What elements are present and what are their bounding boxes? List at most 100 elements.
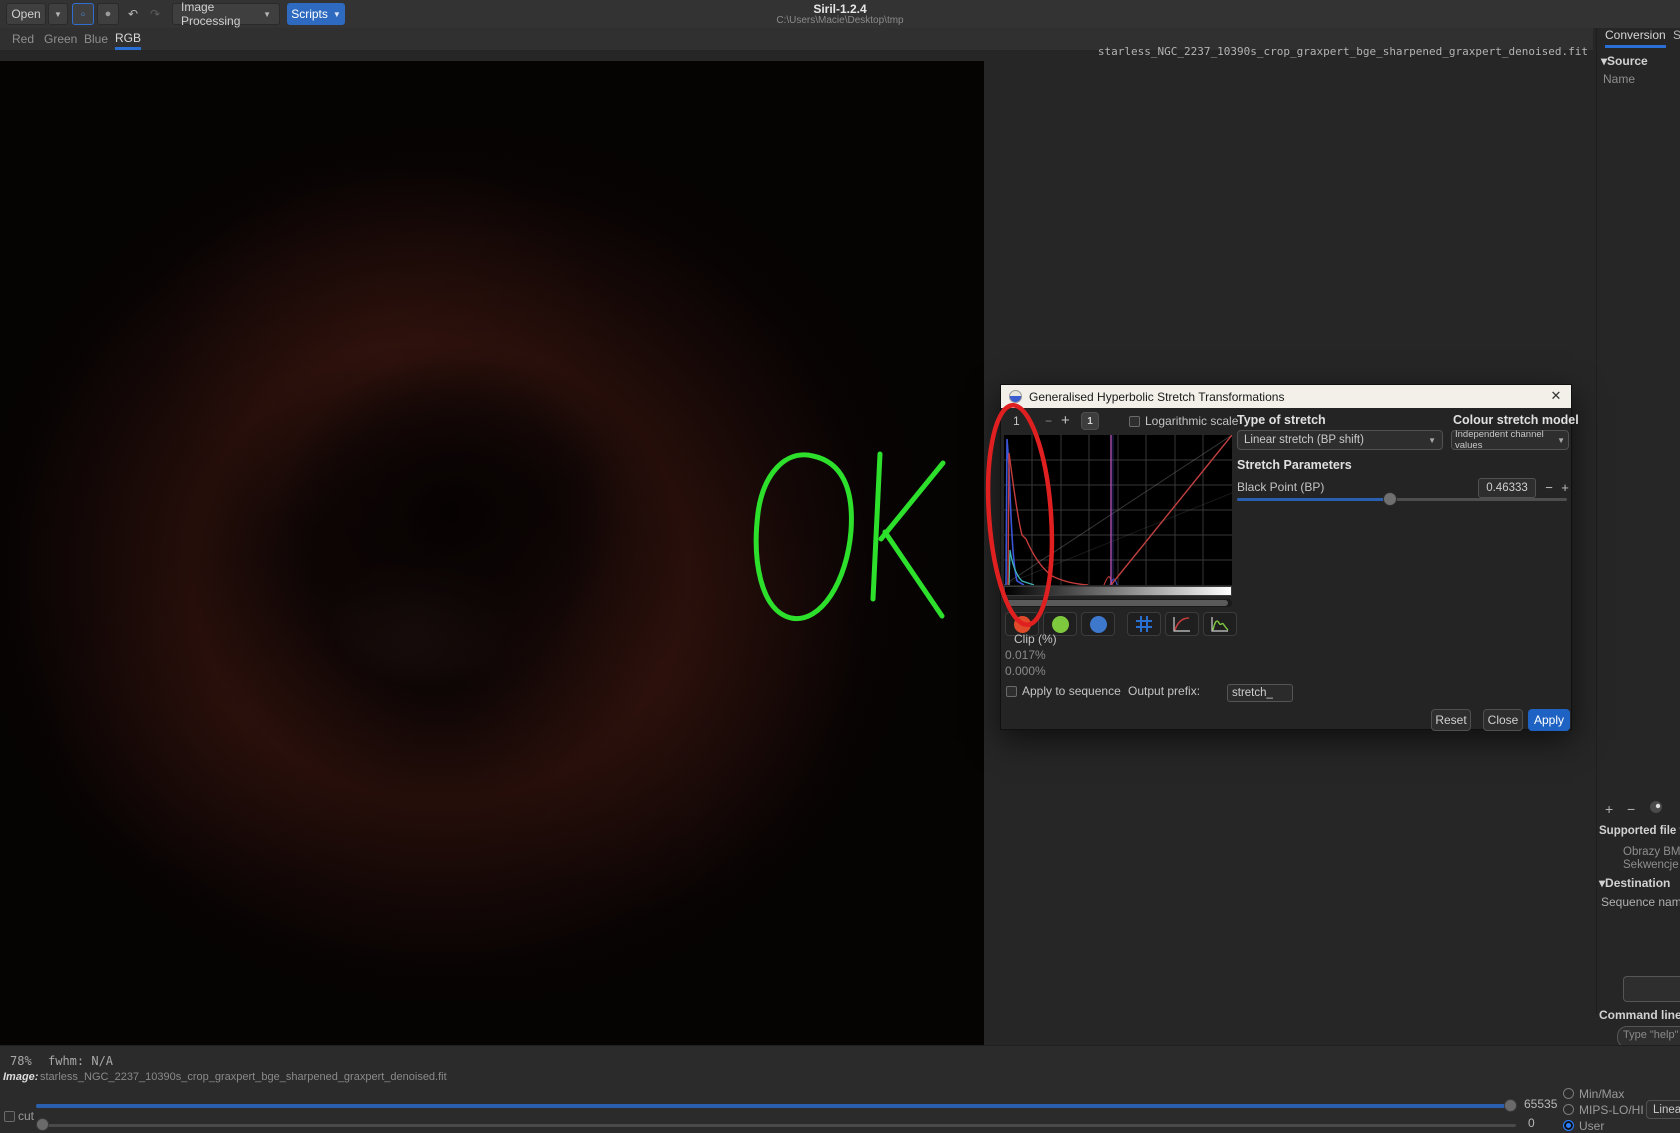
ghs-dialog-titlebar[interactable]: Generalised Hyperbolic Stretch Transform… bbox=[1001, 385, 1571, 408]
chevron-down-icon: ▼ bbox=[54, 10, 62, 19]
lo-slider-track[interactable] bbox=[36, 1124, 1516, 1127]
output-prefix-input[interactable] bbox=[1227, 684, 1293, 702]
home-button[interactable] bbox=[72, 3, 94, 25]
clear-list-button[interactable] bbox=[1649, 800, 1663, 817]
open-button[interactable]: Open bbox=[6, 3, 46, 25]
chevron-down-icon: ▼ bbox=[263, 10, 271, 19]
curve-display-button[interactable] bbox=[1165, 612, 1199, 636]
filetype-ser-label: Sekwencje S bbox=[1623, 859, 1680, 871]
command-line-label: Command line bbox=[1599, 1008, 1680, 1022]
histogram-icon bbox=[1210, 615, 1230, 633]
black-point-increment[interactable]: + bbox=[1557, 478, 1573, 498]
plus-icon: + bbox=[1605, 801, 1613, 817]
apply-to-sequence-checkbox[interactable] bbox=[1006, 686, 1017, 697]
green-channel-icon bbox=[1052, 616, 1069, 633]
close-dialog-button[interactable]: ✕ bbox=[1547, 387, 1565, 405]
logarithmic-scale-checkbox[interactable] bbox=[1129, 416, 1140, 427]
colour-stretch-model-label: Colour stretch model bbox=[1453, 413, 1579, 427]
stretch-parameters-header: Stretch Parameters bbox=[1237, 458, 1352, 472]
source-section-header[interactable]: ▾Source bbox=[1601, 54, 1648, 68]
filetype-ser: Sekwencje S bbox=[1623, 859, 1680, 871]
image-canvas[interactable] bbox=[0, 61, 984, 1045]
tab-conversion[interactable]: Conversion bbox=[1605, 28, 1666, 48]
lo-slider-handle[interactable] bbox=[36, 1118, 49, 1131]
record-dot-icon: ● bbox=[105, 8, 112, 20]
filetype-bmp: Obrazy BMP bbox=[1623, 846, 1680, 858]
black-point-slider-handle[interactable] bbox=[1383, 492, 1397, 506]
cut-checkbox[interactable] bbox=[4, 1111, 15, 1122]
destination-label: Destination bbox=[1605, 876, 1670, 890]
iteration-spin-value[interactable]: 1 bbox=[1013, 414, 1020, 428]
tab-sequence-label: Se bbox=[1673, 28, 1680, 42]
bottom-status-bar: 78% fwhm: N/A Image: starless_NGC_2237_1… bbox=[0, 1045, 1680, 1133]
home-icon bbox=[81, 8, 85, 20]
mips-radio[interactable] bbox=[1563, 1104, 1574, 1115]
hi-slider-handle[interactable] bbox=[1504, 1099, 1517, 1112]
record-button[interactable]: ● bbox=[97, 3, 119, 25]
tab-rgb[interactable]: RGB bbox=[115, 28, 141, 50]
black-point-value-input[interactable]: 0.46333 bbox=[1478, 478, 1536, 498]
chevron-down-icon: ▼ bbox=[333, 10, 341, 19]
tab-red[interactable]: Red bbox=[12, 28, 34, 50]
colour-stretch-model-dropdown[interactable]: Independent channel values ▼ bbox=[1451, 430, 1569, 450]
chevron-down-icon: ▼ bbox=[1553, 436, 1565, 445]
close-label: Close bbox=[1488, 713, 1519, 727]
apply-button[interactable]: Apply bbox=[1528, 709, 1570, 731]
supported-filetypes-header: Supported file ty bbox=[1599, 825, 1680, 837]
destination-section-header[interactable]: ▾Destination bbox=[1599, 876, 1670, 890]
black-point-label: Black Point (BP) bbox=[1237, 480, 1324, 494]
ghs-dialog: Generalised Hyperbolic Stretch Transform… bbox=[1000, 384, 1572, 730]
image-processing-label: Image Processing bbox=[181, 0, 258, 28]
minmax-radio[interactable] bbox=[1563, 1088, 1574, 1099]
reset-label: Reset bbox=[1435, 713, 1466, 727]
main-toolbar: Open ▼ ● ↶ ↷ Image Processing ▼ Scripts … bbox=[0, 0, 1680, 28]
histogram-plot[interactable] bbox=[1004, 435, 1232, 585]
iteration-increment-button[interactable]: + bbox=[1061, 412, 1070, 429]
mips-label: MIPS-LO/HI bbox=[1579, 1103, 1644, 1117]
add-files-button[interactable]: + bbox=[1605, 801, 1613, 817]
tab-green[interactable]: Green bbox=[44, 28, 77, 50]
undo-button[interactable]: ↶ bbox=[123, 3, 143, 25]
command-line-header: Command line bbox=[1599, 1008, 1680, 1022]
scale-mode-dropdown[interactable]: Linear ▼ bbox=[1646, 1100, 1680, 1119]
ok-letter-k-stem bbox=[873, 454, 880, 599]
ok-letter-o bbox=[756, 455, 851, 619]
tab-blue-label: Blue bbox=[84, 32, 108, 46]
image-filename: starless_NGC_2237_10390s_crop_graxpert_b… bbox=[40, 1071, 447, 1083]
black-point-decrement[interactable]: − bbox=[1541, 478, 1557, 498]
boxed-one-button[interactable]: 1 bbox=[1081, 412, 1099, 430]
image-processing-menu[interactable]: Image Processing ▼ bbox=[172, 3, 280, 25]
blue-channel-toggle[interactable] bbox=[1081, 612, 1115, 636]
redo-button[interactable]: ↷ bbox=[145, 3, 165, 25]
type-of-stretch-dropdown[interactable]: Linear stretch (BP shift) ▼ bbox=[1237, 430, 1443, 450]
user-radio[interactable] bbox=[1563, 1120, 1574, 1131]
reset-button[interactable]: Reset bbox=[1431, 709, 1471, 731]
chevron-down-icon: ▼ bbox=[1424, 436, 1436, 445]
boxed-one-icon: 1 bbox=[1087, 416, 1093, 427]
grayscale-gradient-bar bbox=[1004, 586, 1232, 596]
scale-mode-value: Linear bbox=[1653, 1104, 1680, 1116]
histogram-display-button[interactable] bbox=[1203, 612, 1237, 636]
grid-toggle-button[interactable] bbox=[1127, 612, 1161, 636]
apply-to-sequence-label: Apply to sequence bbox=[1022, 684, 1121, 698]
open-dropdown-button[interactable]: ▼ bbox=[48, 3, 68, 25]
remove-files-button[interactable]: − bbox=[1627, 801, 1635, 817]
iteration-decrement-button[interactable]: − bbox=[1045, 414, 1052, 428]
logarithmic-scale-label: Logarithmic scale bbox=[1145, 414, 1238, 428]
name-label: Name bbox=[1603, 72, 1635, 86]
tab-blue[interactable]: Blue bbox=[84, 28, 108, 50]
tab-green-label: Green bbox=[44, 32, 77, 46]
ghs-dialog-title: Generalised Hyperbolic Stretch Transform… bbox=[1029, 390, 1284, 404]
zoom-level: 78% bbox=[10, 1054, 32, 1068]
close-button[interactable]: Close bbox=[1483, 709, 1523, 731]
tab-sequence[interactable]: Se bbox=[1673, 28, 1680, 48]
name-column-header[interactable]: Name bbox=[1603, 72, 1635, 86]
tab-rgb-label: RGB bbox=[115, 31, 141, 45]
lo-value: 0 bbox=[1528, 1116, 1535, 1130]
curve-icon bbox=[1172, 615, 1192, 633]
histogram-scrollbar[interactable] bbox=[1004, 599, 1232, 607]
scripts-menu[interactable]: Scripts ▼ bbox=[287, 3, 345, 25]
colour-stretch-model-value: Independent channel values bbox=[1455, 429, 1553, 451]
histogram-scrollbar-thumb[interactable] bbox=[1006, 600, 1228, 606]
sequence-name-input[interactable] bbox=[1623, 976, 1680, 1002]
